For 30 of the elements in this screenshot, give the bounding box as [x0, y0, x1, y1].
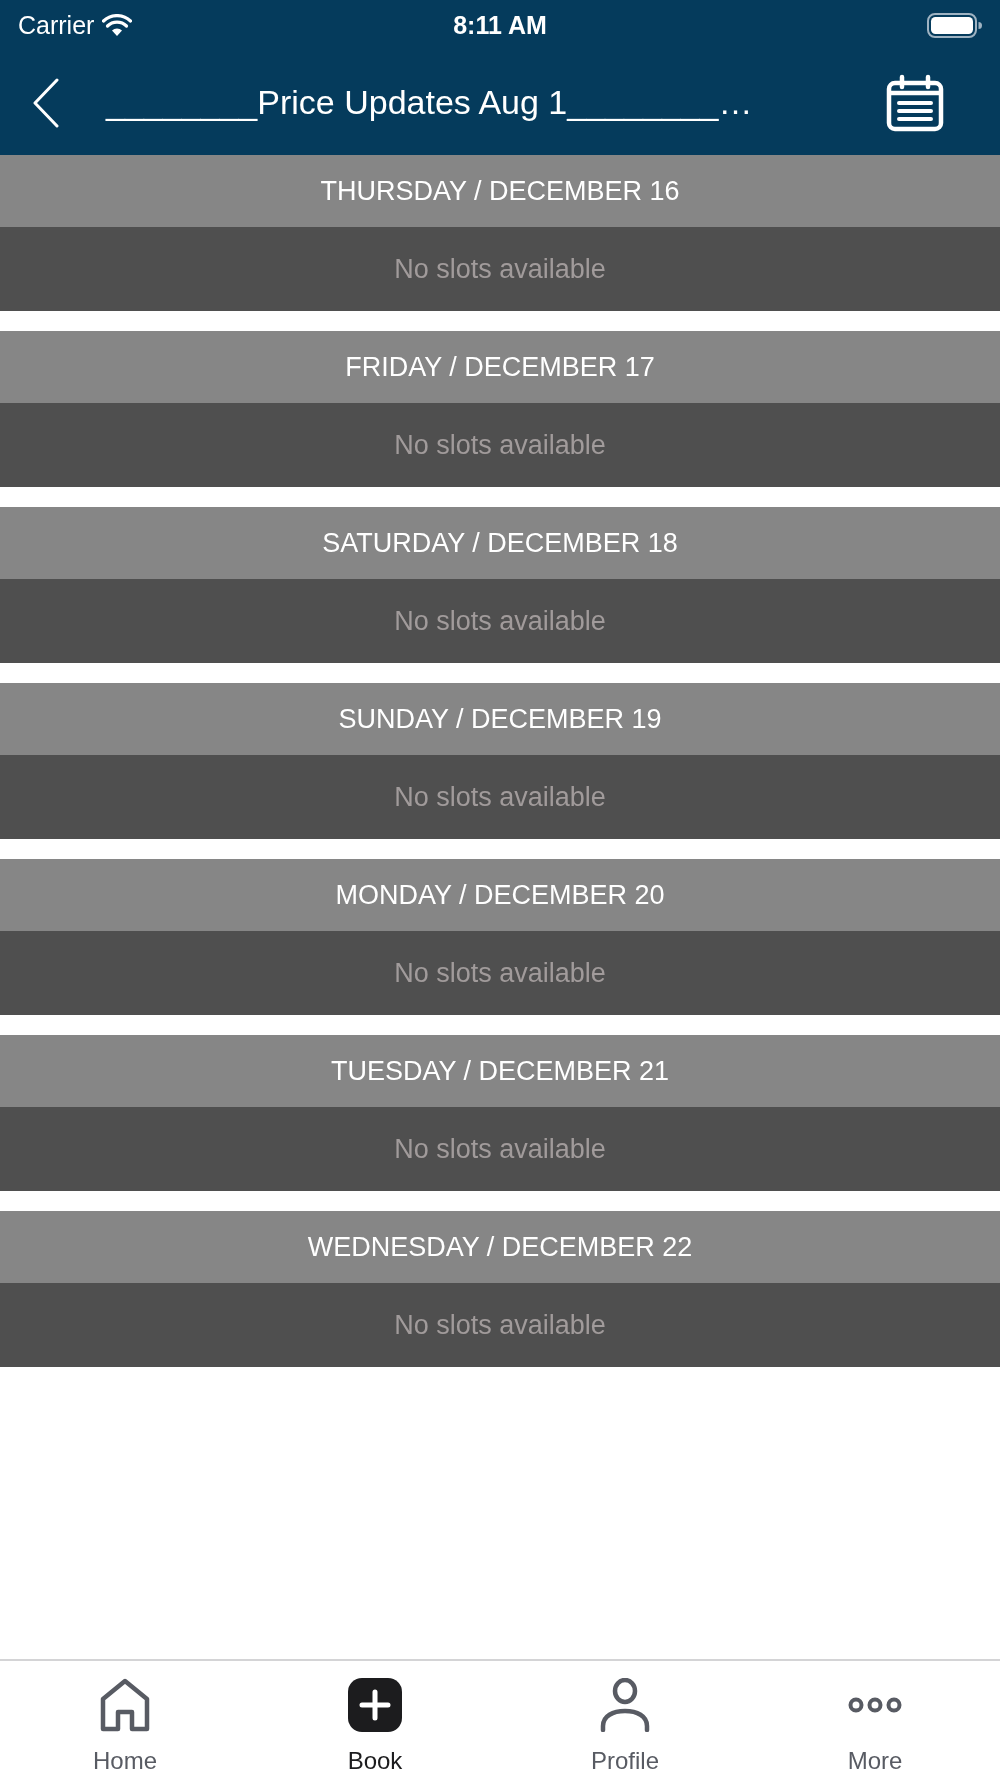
- person-icon: [600, 1678, 650, 1732]
- empty-slots-message: No slots available: [394, 783, 606, 811]
- carrier-label: Carrier: [18, 12, 95, 38]
- back-chevron-icon: [32, 77, 60, 128]
- day-heading: TUESDAY / DECEMBER 21: [330, 1057, 670, 1085]
- home-icon: [99, 1678, 151, 1732]
- plus-icon: [348, 1678, 402, 1732]
- day-heading: SUNDAY / DECEMBER 19: [338, 705, 662, 733]
- empty-slots-message: No slots available: [394, 255, 606, 283]
- more-icon: [848, 1697, 902, 1713]
- day-heading: SATURDAY / DECEMBER 18: [322, 529, 678, 557]
- empty-slots-message: No slots available: [394, 1311, 606, 1339]
- empty-slots-message: No slots available: [394, 431, 606, 459]
- wifi-icon: [102, 14, 133, 36]
- page-title: ________Price Updates Aug 1________…: [106, 82, 754, 124]
- calendar-icon: [886, 73, 944, 132]
- day-heading: THURSDAY / DECEMBER 16: [320, 177, 680, 205]
- day-heading: WEDNESDAY / DECEMBER 22: [307, 1233, 693, 1261]
- calendar-button[interactable]: [886, 73, 944, 132]
- battery-icon: [927, 12, 982, 38]
- tab-button[interactable]: Profile: [500, 1661, 750, 1778]
- empty-slots-message: No slots available: [394, 1135, 606, 1163]
- day-heading: MONDAY / DECEMBER 20: [335, 881, 665, 909]
- empty-slots-message: No slots available: [394, 607, 606, 635]
- tab-button[interactable]: More: [750, 1661, 1000, 1778]
- tab-button[interactable]: Home: [0, 1661, 250, 1778]
- day-heading: FRIDAY / DECEMBER 17: [345, 353, 655, 381]
- empty-slots-message: No slots available: [394, 959, 606, 987]
- clock-time: 8:11 AM: [453, 12, 547, 38]
- tab-button[interactable]: Book: [250, 1661, 500, 1778]
